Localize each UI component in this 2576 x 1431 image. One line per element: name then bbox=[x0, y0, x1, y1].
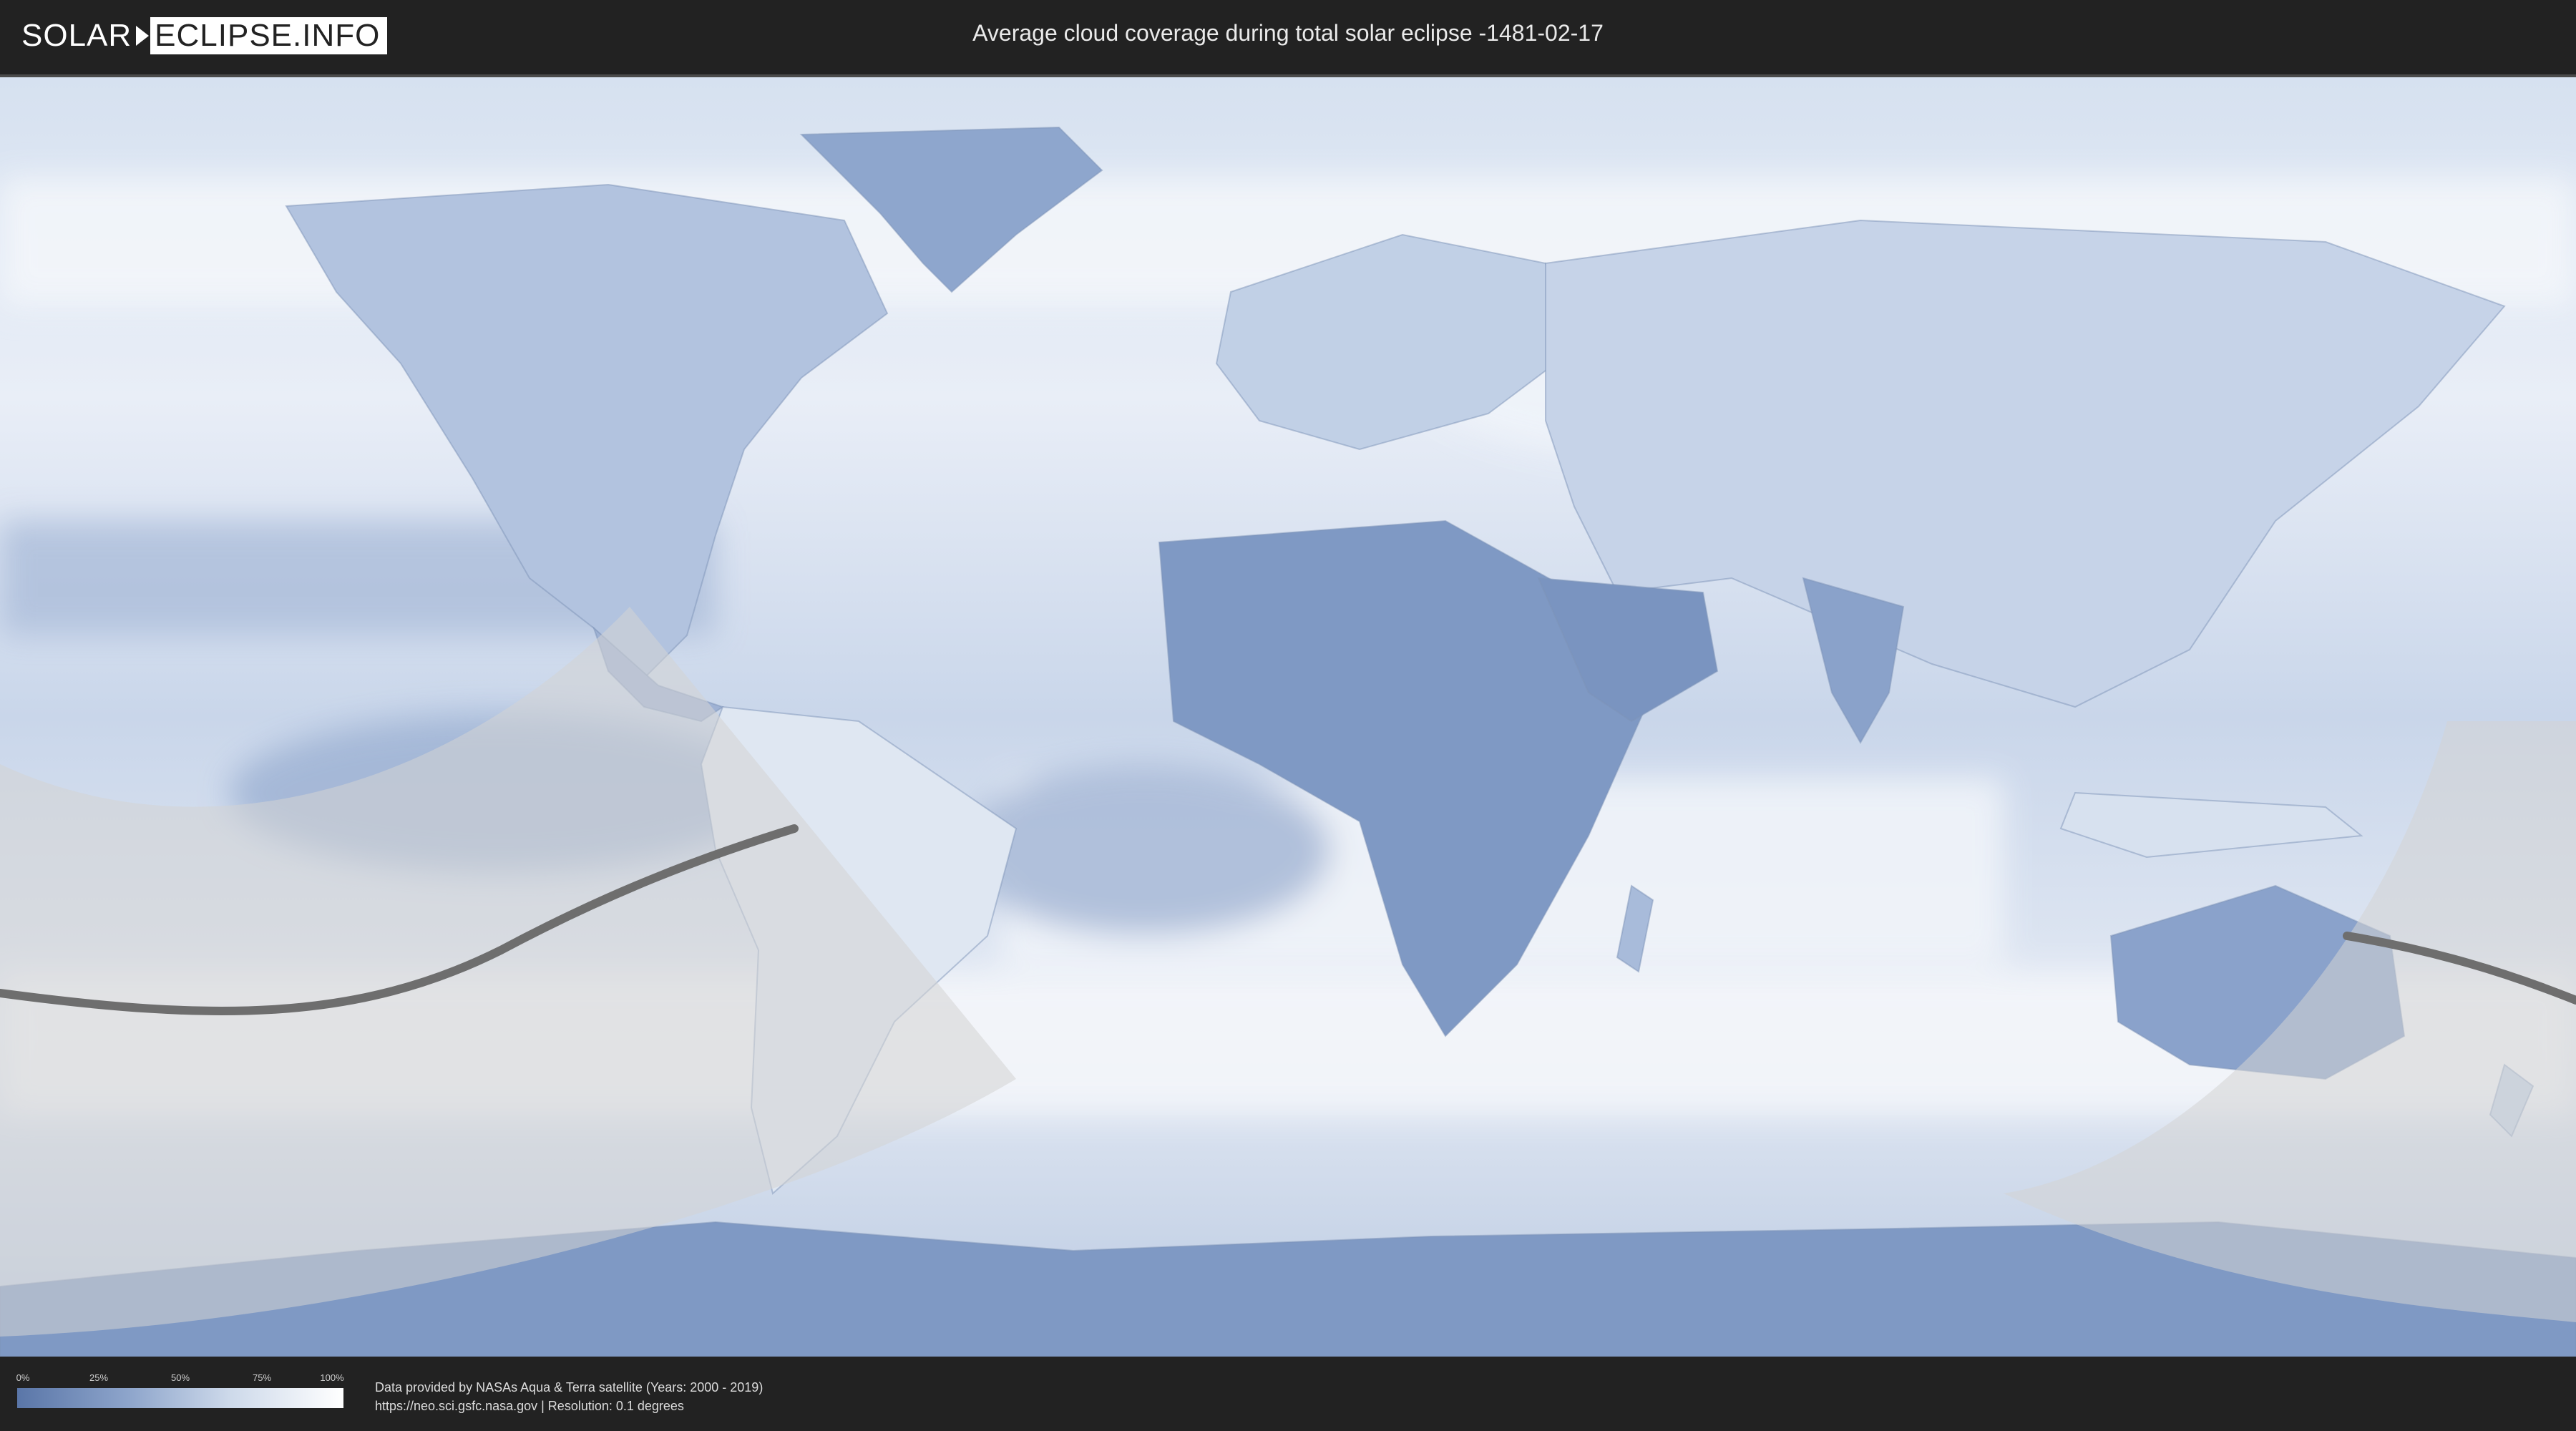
legend-tick-75: 75% bbox=[252, 1372, 272, 1383]
legend-color-bar bbox=[17, 1388, 343, 1408]
credits-line-url[interactable]: https://neo.sci.gsfc.nasa.gov | Resoluti… bbox=[375, 1397, 763, 1415]
cloud-coverage-legend: 0% 25% 50% 75% 100% bbox=[16, 1372, 344, 1408]
legend-tick-0: 0% bbox=[16, 1372, 30, 1383]
legend-tick-50: 50% bbox=[170, 1372, 190, 1383]
page-title: Average cloud coverage during total sola… bbox=[972, 20, 1604, 46]
legend-ticks: 0% 25% 50% 75% 100% bbox=[16, 1372, 344, 1385]
credits-line-source: Data provided by NASAs Aqua & Terra sate… bbox=[375, 1380, 763, 1395]
data-credits: Data provided by NASAs Aqua & Terra sate… bbox=[375, 1378, 763, 1415]
cloud-coverage-map[interactable] bbox=[0, 74, 2576, 1357]
footer: 0% 25% 50% 75% 100% Data provided by NAS… bbox=[0, 1357, 2576, 1431]
header: SOLAR ECLIPSE.INFO Average cloud coverag… bbox=[0, 0, 2576, 72]
legend-tick-100: 100% bbox=[320, 1372, 344, 1383]
world-map-svg bbox=[0, 77, 2576, 1357]
legend-tick-25: 25% bbox=[89, 1372, 109, 1383]
